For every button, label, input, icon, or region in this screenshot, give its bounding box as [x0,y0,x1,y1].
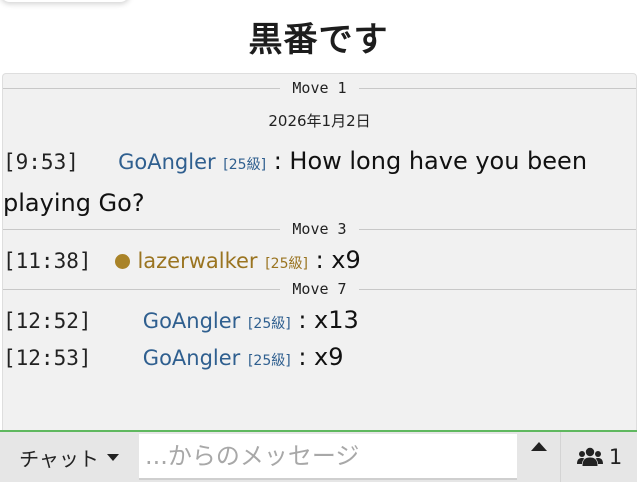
message-time: [12:52] [3,309,92,333]
chat-message-input[interactable] [139,434,517,480]
separator-line [358,228,636,230]
message-time: [12:53] [3,346,92,370]
caret-up-icon [530,442,547,451]
move-label: Move 3 [292,220,347,238]
separator-line [3,288,281,290]
separator-line [3,228,281,230]
message-time: [9:53] [3,150,79,174]
chat-message: [12:52] GoAngler [25級] : x13 [3,301,632,343]
message-username[interactable]: lazerwalker [137,249,257,273]
move-separator: Move 7 [3,278,636,300]
message-username[interactable]: GoAngler [118,150,216,174]
page-title: 黒番です [248,20,389,60]
message-rank: [25級] [247,353,291,369]
move-label: Move 7 [292,280,347,298]
chat-input-bar: チャット 1 [0,430,637,482]
move-label: Move 1 [292,79,347,97]
scroll-up-button[interactable] [517,432,560,482]
message-time: [11:38] [3,249,92,273]
message-username[interactable]: GoAngler [143,346,241,370]
move-separator: Move 1 [3,77,636,99]
chat-message: [9:53] GoAngler [25級] : How long have yo… [3,142,632,222]
separator-line [3,87,281,89]
separator-line [358,288,636,290]
message-rank: [25級] [265,256,308,272]
message-username[interactable]: GoAngler [143,309,241,333]
message-rank: [25級] [223,157,267,173]
user-count: 1 [608,445,623,469]
message-text: : x9 [298,343,344,371]
separator-line [358,87,636,89]
chat-date: 2026年1月2日 [268,112,371,130]
chat-message: [12:53] GoAngler [25級] : x9 [3,338,632,380]
chat-log[interactable]: Move 1 2026年1月2日 [9:53] GoAngler [25級] :… [2,73,637,431]
top-tab-edge [0,0,130,2]
caret-down-icon [106,453,119,461]
move-separator: Move 3 [3,218,636,240]
chat-users-button[interactable]: 1 [560,432,637,482]
message-rank: [25級] [247,316,291,332]
users-icon [576,447,603,466]
message-text: : How long have you been playing Go? [3,147,588,217]
chat-message: [11:38] lazerwalker [25級] : x9 [3,241,632,283]
message-text: : x13 [298,306,359,334]
online-status-icon [114,253,130,269]
chat-channel-label: チャット [19,446,99,471]
message-text: : x9 [315,246,361,274]
chat-channel-dropdown[interactable]: チャット [0,432,138,482]
